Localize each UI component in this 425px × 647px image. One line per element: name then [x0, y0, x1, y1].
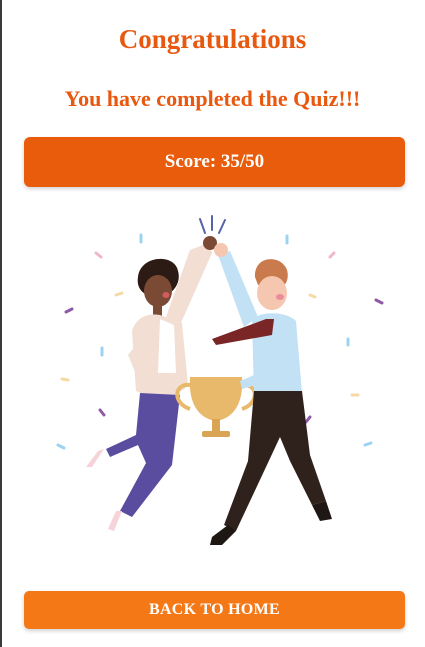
- score-banner: Score: 35/50: [24, 137, 405, 187]
- completion-message: You have completed the Quiz!!!: [64, 86, 361, 111]
- score-text: Score: 35/50: [164, 151, 265, 172]
- celebration-illustration: [56, 215, 384, 545]
- page-title: Congratulations: [118, 24, 307, 54]
- back-to-home-button[interactable]: BACK TO HOME: [24, 591, 405, 629]
